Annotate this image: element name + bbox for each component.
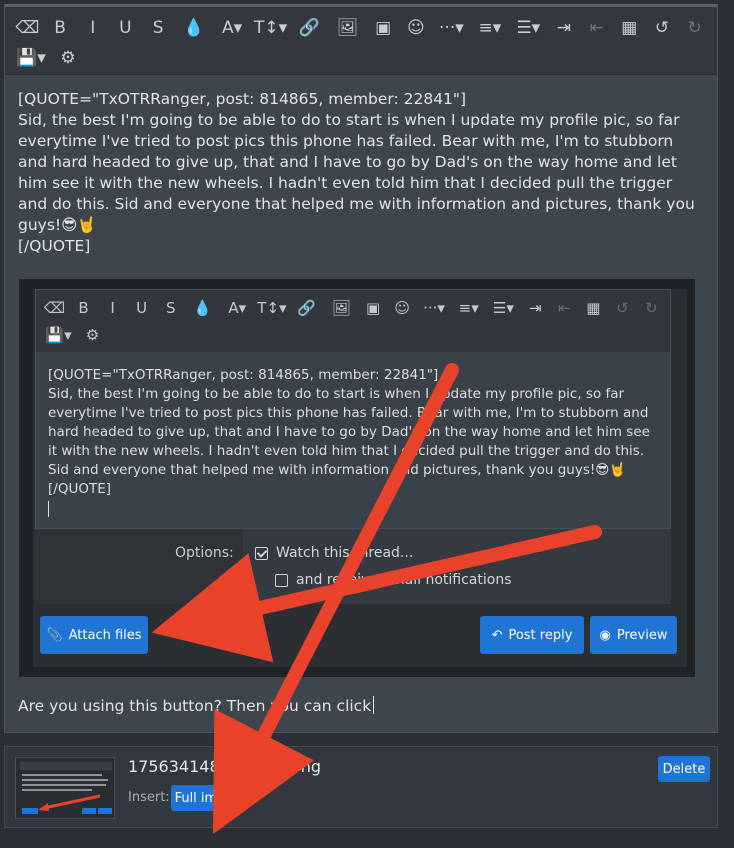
attachment-filename: 1756341486124-y7.png xyxy=(128,757,322,776)
eye-icon: ◉ xyxy=(599,627,611,643)
save-draft-icon[interactable]: 💾▾ xyxy=(11,44,51,72)
editor-content[interactable]: [QUOTE="TxOTRRanger, post: 814865, membe… xyxy=(5,75,717,257)
screenshot-attach-files-button: 📎 Attach files xyxy=(40,616,148,654)
table-icon[interactable]: ▦ xyxy=(579,295,608,321)
reply-icon: ↶ xyxy=(491,627,503,643)
typed-text-line: Are you using this button? Then you can … xyxy=(18,696,375,715)
delete-attachment-button[interactable]: Delete xyxy=(658,756,710,782)
quote-body: Sid, the best I'm going to be able to do… xyxy=(18,111,700,234)
italic-icon[interactable]: I xyxy=(76,14,109,42)
editor-toolbar: ⌫ B I U S 💧 A▾ T↕▾ 🔗 🖼 ▣ ☺ ···▾ ≡▾ ☰▾ ⇥ ⇤ ▦ ↺ ↻ 💾▾ ⚙ xyxy=(5,7,717,75)
screenshot-editor: ⌫ B I U S 💧 A▾ T↕▾ 🔗 🖼 ▣ ☺ ···▾ ≡▾ ☰▾ ⇥ ⇤ ▦ ↺ ↻ 💾▾ ⚙ [QUOTE=… xyxy=(35,289,671,529)
list-icon[interactable]: ☰▾ xyxy=(509,14,547,42)
italic-icon[interactable]: I xyxy=(98,295,127,321)
align-icon[interactable]: ≡▾ xyxy=(451,295,486,321)
checkbox-checked-icon xyxy=(255,546,268,560)
table-icon[interactable]: ▦ xyxy=(613,14,646,42)
screenshot-watch-thread: Watch this thread... xyxy=(255,545,413,561)
screenshot-toolbar-row-1: ⌫ B I U S 💧 A▾ T↕▾ 🔗 🖼 ▣ ☺ ···▾ ≡▾ ☰▾ ⇥ ⇤ ▦ ↺ ↻ xyxy=(40,294,666,321)
undo-icon[interactable]: ↺ xyxy=(608,295,637,321)
font-size-icon[interactable]: T↕▾ xyxy=(255,295,290,321)
link-icon[interactable]: 🔗 xyxy=(289,295,324,321)
post-reply-label: Post reply xyxy=(508,627,573,643)
redo-icon[interactable]: ↻ xyxy=(637,295,666,321)
toolbar-row-2: 💾▾ ⚙ xyxy=(11,43,711,73)
embedded-screenshot: ⌫ B I U S 💧 A▾ T↕▾ 🔗 🖼 ▣ ☺ ···▾ ≡▾ ☰▾ ⇥ ⇤ ▦ ↺ ↻ 💾▾ ⚙ [QUOTE=… xyxy=(19,279,695,677)
screenshot-quote-open: [QUOTE="TxOTRRanger, post: 814865, membe… xyxy=(48,367,439,383)
emoji-icon[interactable]: ☺ xyxy=(388,295,417,321)
image-icon[interactable]: 🖼 xyxy=(328,14,366,42)
eraser-icon[interactable]: ⌫ xyxy=(11,14,44,42)
indent-icon[interactable]: ⇥ xyxy=(521,295,550,321)
quote-close-tag: [/QUOTE] xyxy=(18,237,91,255)
screenshot-toolbar: ⌫ B I U S 💧 A▾ T↕▾ 🔗 🖼 ▣ ☺ ···▾ ≡▾ ☰▾ ⇥ ⇤ ▦ ↺ ↻ 💾▾ ⚙ xyxy=(36,290,670,352)
more-icon[interactable]: ···▾ xyxy=(417,295,452,321)
rich-text-editor: ⌫ B I U S 💧 A▾ T↕▾ 🔗 🖼 ▣ ☺ ···▾ ≡▾ ☰▾ ⇥ ⇤ ▦ ↺ ↻ 💾▾ ⚙ [QUOTE=… xyxy=(4,4,718,733)
toolbar-row-1: ⌫ B I U S 💧 A▾ T↕▾ 🔗 🖼 ▣ ☺ ···▾ ≡▾ ☰▾ ⇥ ⇤ ▦ ↺ ↻ xyxy=(11,13,711,43)
screenshot-toolbar-row-2: 💾▾ ⚙ xyxy=(40,321,666,348)
screenshot-preview-button: ◉ Preview xyxy=(590,616,677,654)
underline-icon[interactable]: U xyxy=(109,14,142,42)
emoji-icon[interactable]: ☺ xyxy=(399,14,432,42)
color-drop-icon[interactable]: 💧 xyxy=(185,295,220,321)
outdent-icon[interactable]: ⇤ xyxy=(580,14,613,42)
eraser-icon[interactable]: ⌫ xyxy=(40,295,69,321)
strikethrough-icon[interactable]: S xyxy=(156,295,185,321)
link-icon[interactable]: 🔗 xyxy=(290,14,328,42)
settings-icon[interactable]: ⚙ xyxy=(51,44,85,72)
paperclip-icon: 📎 xyxy=(46,627,63,643)
screenshot-options-panel: Watch this thread... and receive email n… xyxy=(243,529,671,604)
screenshot-editor-content: [QUOTE="TxOTRRanger, post: 814865, membe… xyxy=(36,352,670,517)
checkbox-unchecked-icon xyxy=(275,573,288,587)
color-drop-icon[interactable]: 💧 xyxy=(174,14,212,42)
video-icon[interactable]: ▣ xyxy=(359,295,388,321)
save-draft-icon[interactable]: 💾▾ xyxy=(40,322,77,348)
screenshot-email-notify: and receive email notifications xyxy=(275,572,511,588)
font-size-icon[interactable]: T↕▾ xyxy=(251,14,289,42)
screenshot-inner: ⌫ B I U S 💧 A▾ T↕▾ 🔗 🖼 ▣ ☺ ···▾ ≡▾ ☰▾ ⇥ ⇤ ▦ ↺ ↻ 💾▾ ⚙ [QUOTE=… xyxy=(33,289,687,667)
redo-icon[interactable]: ↻ xyxy=(678,14,711,42)
attachment-panel: 1756341486124-y7.png Insert: Full image … xyxy=(4,746,718,828)
preview-label: Preview xyxy=(616,627,668,643)
outdent-icon[interactable]: ⇤ xyxy=(550,295,579,321)
screenshot-quote-close: [/QUOTE] xyxy=(48,481,111,497)
full-image-button[interactable]: Full image xyxy=(171,785,245,811)
screenshot-options-label: Options: xyxy=(175,545,234,561)
more-icon[interactable]: ···▾ xyxy=(432,14,470,42)
thumbnail-preview-icon xyxy=(16,758,114,818)
insert-label: Insert: xyxy=(128,790,170,805)
font-family-icon[interactable]: A▾ xyxy=(220,295,255,321)
underline-icon[interactable]: U xyxy=(127,295,156,321)
bold-icon[interactable]: B xyxy=(44,14,77,42)
settings-icon[interactable]: ⚙ xyxy=(77,322,108,348)
undo-icon[interactable]: ↺ xyxy=(646,14,679,42)
attach-files-label: Attach files xyxy=(68,627,142,643)
attachment-thumbnail[interactable] xyxy=(15,757,115,819)
watch-thread-label: Watch this thread... xyxy=(276,545,414,561)
list-icon[interactable]: ☰▾ xyxy=(486,295,521,321)
screenshot-quote-body: Sid, the best I'm going to be able to do… xyxy=(48,386,655,478)
typed-text: Are you using this button? Then you can … xyxy=(18,697,372,715)
screenshot-options: Options: Watch this thread... and receiv… xyxy=(35,529,671,604)
quote-open-tag: [QUOTE="TxOTRRanger, post: 814865, membe… xyxy=(18,90,467,108)
screenshot-post-reply-button: ↶ Post reply xyxy=(480,616,584,654)
strikethrough-icon[interactable]: S xyxy=(142,14,175,42)
bold-icon[interactable]: B xyxy=(69,295,98,321)
indent-icon[interactable]: ⇥ xyxy=(548,14,581,42)
email-notify-label: and receive email notifications xyxy=(296,572,512,588)
image-icon[interactable]: 🖼 xyxy=(324,295,359,321)
screenshot-caret xyxy=(48,501,49,517)
font-family-icon[interactable]: A▾ xyxy=(213,14,251,42)
text-caret xyxy=(373,696,375,714)
video-icon[interactable]: ▣ xyxy=(367,14,400,42)
align-icon[interactable]: ≡▾ xyxy=(471,14,509,42)
